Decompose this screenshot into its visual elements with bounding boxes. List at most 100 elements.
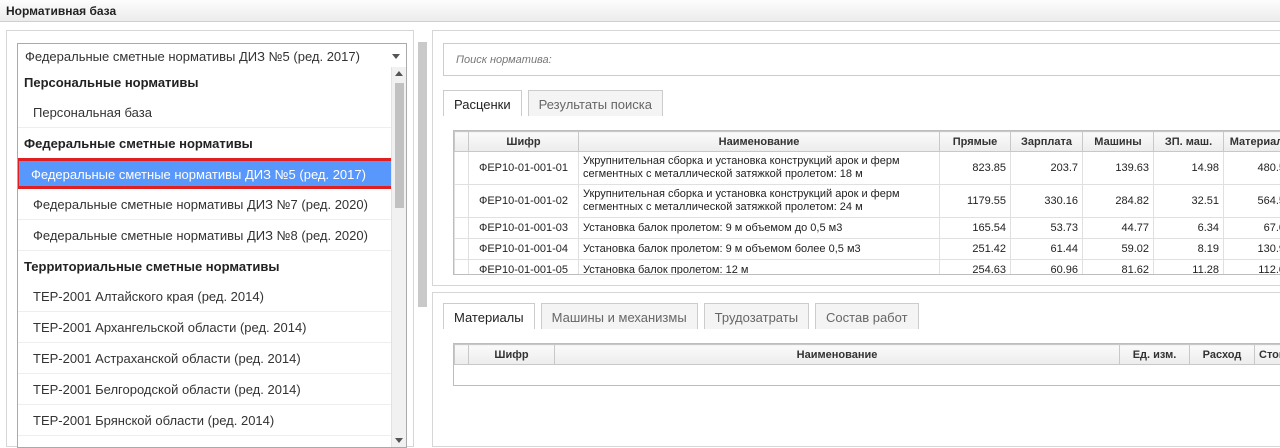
row-selector[interactable] bbox=[455, 260, 469, 276]
table-cell: 480.5 bbox=[1224, 152, 1280, 185]
pane-scroll-thumb[interactable] bbox=[418, 42, 427, 307]
table-cell: 251.42 bbox=[940, 239, 1011, 260]
row-selector-header bbox=[455, 132, 469, 152]
table-cell: 284.82 bbox=[1083, 185, 1154, 218]
column-header[interactable]: Стоим bbox=[1255, 345, 1280, 365]
column-header[interactable]: Машины bbox=[1083, 132, 1154, 152]
table-cell: 6.34 bbox=[1154, 218, 1224, 239]
row-selector-header bbox=[455, 345, 469, 365]
table-cell: 8.19 bbox=[1154, 239, 1224, 260]
table-cell: ФЕР10-01-001-01 bbox=[469, 152, 579, 185]
table-cell: 61.44 bbox=[1011, 239, 1083, 260]
table-cell: 254.63 bbox=[940, 260, 1011, 276]
table-cell: 330.16 bbox=[1011, 185, 1083, 218]
table-cell: 112.0 bbox=[1224, 260, 1280, 276]
dropdown-option[interactable]: ТЕР-2001 Архангельской области (ред. 201… bbox=[18, 312, 392, 343]
table-cell: 1179.55 bbox=[940, 185, 1011, 218]
dropdown-option[interactable]: Персональная база bbox=[18, 97, 392, 128]
rates-panel: Поиск норматива: РасценкиРезультаты поис… bbox=[432, 30, 1280, 286]
rates-table: ШифрНаименованиеПрямыеЗарплатаМашиныЗП. … bbox=[454, 131, 1280, 275]
dropdown-option[interactable]: ТЕР-2001 Белгородской области (ред. 2014… bbox=[18, 374, 392, 405]
table-row[interactable]: ФЕР10-01-001-02Укрупнительная сборка и у… bbox=[455, 185, 1280, 218]
column-header[interactable]: Наименование bbox=[579, 132, 940, 152]
scroll-down-arrow-icon[interactable] bbox=[395, 438, 403, 443]
column-header[interactable]: ЗП. маш. bbox=[1154, 132, 1224, 152]
table-cell: 823.85 bbox=[940, 152, 1011, 185]
dropdown-option[interactable]: ТЕР-2001 Астраханской области (ред. 2014… bbox=[18, 343, 392, 374]
tab-4[interactable]: Состав работ bbox=[815, 303, 918, 329]
tab-3[interactable]: Трудозатраты bbox=[704, 303, 809, 329]
table-row[interactable]: ФЕР10-01-001-03Установка балок пролетом:… bbox=[455, 218, 1280, 239]
table-row[interactable]: ФЕР10-01-001-05Установка балок пролетом:… bbox=[455, 260, 1280, 276]
table-cell: Укрупнительная сборка и установка констр… bbox=[579, 185, 940, 218]
table-cell: 67.0 bbox=[1224, 218, 1280, 239]
table-cell: ФЕР10-01-001-04 bbox=[469, 239, 579, 260]
tab-1[interactable]: Материалы bbox=[443, 303, 535, 329]
table-cell: Установка балок пролетом: 12 м bbox=[579, 260, 940, 276]
dropdown-group-header: Федеральные сметные нормативы bbox=[18, 128, 392, 158]
table-cell: 60.96 bbox=[1011, 260, 1083, 276]
dropdown-option-selected[interactable]: Федеральные сметные нормативы ДИЗ №5 (ре… bbox=[17, 158, 394, 189]
table-cell: ФЕР10-01-001-02 bbox=[469, 185, 579, 218]
table-row[interactable]: ФЕР10-01-001-01Укрупнительная сборка и у… bbox=[455, 152, 1280, 185]
rates-area: Поиск норматива: РасценкиРезультаты поис… bbox=[432, 30, 1280, 447]
tab-2[interactable]: Результаты поиска bbox=[528, 90, 663, 116]
table-cell: 59.02 bbox=[1083, 239, 1154, 260]
row-selector[interactable] bbox=[455, 239, 469, 260]
table-cell: ФЕР10-01-001-05 bbox=[469, 260, 579, 276]
search-input[interactable]: Поиск норматива: bbox=[443, 43, 1280, 76]
dropdown-option[interactable]: ТЕР-2001 Алтайского края (ред. 2014) bbox=[18, 281, 392, 312]
column-header[interactable]: Наименование bbox=[555, 345, 1120, 365]
norm-base-select-value: Федеральные сметные нормативы ДИЗ №5 (ре… bbox=[25, 49, 360, 64]
column-header[interactable]: Материал bbox=[1224, 132, 1280, 152]
tab-1[interactable]: Расценки bbox=[443, 90, 522, 116]
chevron-down-icon[interactable] bbox=[392, 54, 400, 59]
table-cell: 130.9 bbox=[1224, 239, 1280, 260]
tab-2[interactable]: Машины и механизмы bbox=[541, 303, 698, 329]
table-cell: 11.28 bbox=[1154, 260, 1224, 276]
pane-splitter-scrollbar[interactable] bbox=[418, 30, 428, 447]
norm-base-select[interactable]: Федеральные сметные нормативы ДИЗ №5 (ре… bbox=[17, 43, 407, 68]
materials-grid: ШифрНаименованиеЕд. изм.РасходСтоим bbox=[453, 343, 1280, 386]
table-row[interactable]: ФЕР10-01-001-04Установка балок пролетом:… bbox=[455, 239, 1280, 260]
table-cell: Установка балок пролетом: 9 м объемом бо… bbox=[579, 239, 940, 260]
table-cell: 203.7 bbox=[1011, 152, 1083, 185]
norm-base-options: Персональные нормативыПерсональная базаФ… bbox=[18, 67, 392, 436]
dropdown-group-header: Территориальные сметные нормативы bbox=[18, 251, 392, 281]
materials-empty-row bbox=[455, 365, 1280, 385]
column-header[interactable]: Ед. изм. bbox=[1120, 345, 1190, 365]
dropdown-option[interactable]: Федеральные сметные нормативы ДИЗ №8 (ре… bbox=[18, 220, 392, 251]
table-cell: 139.63 bbox=[1083, 152, 1154, 185]
table-cell: 81.62 bbox=[1083, 260, 1154, 276]
dropdown-scroll-thumb[interactable] bbox=[395, 83, 404, 208]
table-cell: 165.54 bbox=[940, 218, 1011, 239]
dropdown-option[interactable]: Федеральные сметные нормативы ДИЗ №7 (ре… bbox=[18, 189, 392, 220]
column-header[interactable]: Шифр bbox=[469, 345, 555, 365]
table-cell: ФЕР10-01-001-03 bbox=[469, 218, 579, 239]
norm-base-panel: Федеральные сметные нормативы ДИЗ №5 (ре… bbox=[6, 30, 414, 447]
column-header[interactable]: Расход bbox=[1190, 345, 1255, 365]
row-selector[interactable] bbox=[455, 152, 469, 185]
window-title: Нормативная база bbox=[0, 0, 1280, 22]
column-header[interactable]: Прямые bbox=[940, 132, 1011, 152]
table-cell: 564.5 bbox=[1224, 185, 1280, 218]
details-tabs: МатериалыМашины и механизмыТрудозатратыС… bbox=[443, 303, 925, 329]
column-header[interactable]: Шифр bbox=[469, 132, 579, 152]
table-cell: Установка балок пролетом: 9 м объемом до… bbox=[579, 218, 940, 239]
dropdown-option[interactable]: ТЕР-2001 Брянской области (ред. 2014) bbox=[18, 405, 392, 436]
table-cell: 44.77 bbox=[1083, 218, 1154, 239]
scroll-up-arrow-icon[interactable] bbox=[395, 71, 403, 76]
table-cell: 53.73 bbox=[1011, 218, 1083, 239]
dropdown-scrollbar[interactable] bbox=[391, 67, 406, 447]
rates-grid: ШифрНаименованиеПрямыеЗарплатаМашиныЗП. … bbox=[453, 130, 1280, 275]
column-header[interactable]: Зарплата bbox=[1011, 132, 1083, 152]
table-cell: Укрупнительная сборка и установка констр… bbox=[579, 152, 940, 185]
row-selector[interactable] bbox=[455, 218, 469, 239]
dropdown-group-header: Персональные нормативы bbox=[18, 67, 392, 97]
table-cell: 14.98 bbox=[1154, 152, 1224, 185]
row-selector[interactable] bbox=[455, 185, 469, 218]
details-panel: МатериалыМашины и механизмыТрудозатратыС… bbox=[432, 292, 1280, 447]
table-cell: 32.51 bbox=[1154, 185, 1224, 218]
norm-base-dropdown: Персональные нормативыПерсональная базаФ… bbox=[17, 67, 407, 448]
materials-table: ШифрНаименованиеЕд. изм.РасходСтоим bbox=[454, 344, 1280, 385]
